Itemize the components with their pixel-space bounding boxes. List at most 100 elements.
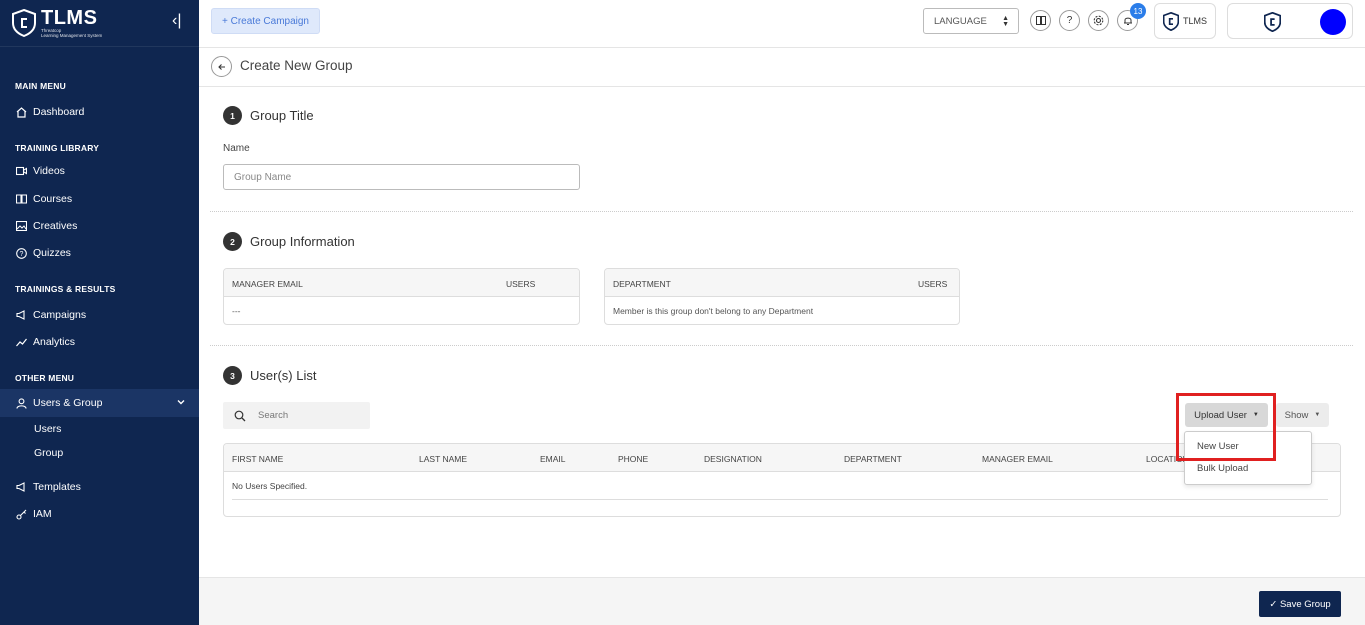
sidebar-label-creatives: Creatives [33,220,78,232]
footer: ✓ Save Group [199,577,1365,625]
sidebar-item-iam[interactable]: IAM [15,508,52,520]
section-trainings-results: TRAININGS & RESULTS [15,284,116,294]
sidebar-label-users-group: Users & Group [33,397,103,409]
sidebar-label-analytics: Analytics [33,336,76,348]
tlms-app-chip[interactable]: TLMS [1154,3,1216,39]
page-header: Create New Group [199,48,1365,87]
group-name-input[interactable] [223,164,580,190]
settings-button[interactable] [1088,10,1109,31]
user-menu[interactable] [1227,3,1353,39]
name-label: Name [223,143,250,154]
home-icon [15,106,27,118]
column-manager-email: MANAGER EMAIL [982,454,1053,464]
department-card-value: Member is this group don't belong to any… [613,306,814,316]
show-button[interactable]: Show ▼ [1276,403,1329,427]
show-label: Show [1284,409,1309,421]
column-first-name: FIRST NAME [232,454,284,464]
avatar[interactable] [1320,9,1346,35]
column-email: EMAIL [540,454,566,464]
create-campaign-button[interactable]: + Create Campaign [211,8,320,34]
chevron-down-icon[interactable] [176,397,186,407]
back-button[interactable] [211,56,232,77]
step-number-3: 3 [223,366,242,385]
sidebar-item-videos[interactable]: Videos [15,165,65,177]
collapse-sidebar-icon[interactable]: ‹| [172,12,181,30]
table-divider [232,499,1328,500]
sidebar-label-courses: Courses [33,193,73,205]
brand-title: TLMS [41,7,98,29]
sidebar-label-videos: Videos [33,165,65,177]
dropdown-item-bulk-upload[interactable]: Bulk Upload [1197,463,1248,474]
book-button[interactable] [1030,10,1051,31]
save-group-button[interactable]: ✓ Save Group [1259,591,1341,617]
sidebar-item-users-group[interactable]: Users & Group [15,397,102,409]
column-designation: DESIGNATION [704,454,762,464]
image-icon [15,220,27,232]
sidebar-item-quizzes[interactable]: ? Quizzes [15,247,71,259]
sidebar-item-courses[interactable]: Courses [15,193,72,205]
key-icon [15,508,27,520]
section-main-menu: MAIN MENU [15,81,66,91]
notification-badge: 13 [1130,3,1146,19]
help-icon: ? [1066,15,1073,26]
column-last-name: LAST NAME [419,454,468,464]
step-title-group-title: Group Title [250,108,314,123]
sidebar-subitem-users[interactable]: Users [34,423,61,435]
svg-text:?: ? [19,251,23,258]
search-input[interactable] [258,410,358,421]
manager-email-card: MANAGER EMAIL USERS --- [223,268,580,325]
topbar: + Create Campaign LANGUAGE ▲ ▼ ? 13 TLMS [199,0,1365,48]
sidebar-item-templates[interactable]: Templates [15,481,81,493]
section-divider [210,345,1353,346]
department-card: DEPARTMENT USERS Member is this group do… [604,268,960,325]
question-circle-icon: ? [15,247,27,259]
step-number-1: 1 [223,106,242,125]
column-phone: PHONE [618,454,649,464]
user-search[interactable] [223,402,370,429]
sidebar: TLMS Threatcop Learning Management Syste… [0,0,199,625]
megaphone-icon [15,309,27,321]
sidebar-label-quizzes: Quizzes [33,247,71,259]
user-icon [15,397,27,409]
column-department: DEPARTMENT [844,454,902,464]
step-title-group-information: Group Information [250,234,355,249]
sidebar-label-dashboard: Dashboard [33,106,85,118]
book-icon [1035,16,1046,25]
brand-subtitle-2: Learning Management System [41,33,103,38]
sidebar-label-campaigns: Campaigns [33,309,87,321]
help-button[interactable]: ? [1059,10,1080,31]
column-manager-email: MANAGER EMAIL [232,279,303,289]
department-card-header: DEPARTMENT USERS [605,269,959,297]
manager-card-header: MANAGER EMAIL USERS [224,269,579,297]
language-select-label: LANGUAGE [934,15,987,27]
sidebar-item-analytics[interactable]: Analytics [15,336,75,348]
trend-line-icon [15,336,27,348]
page-title: Create New Group [240,58,353,73]
table-empty-message: No Users Specified. [232,481,308,491]
sidebar-label-iam: IAM [33,508,52,520]
brand-logo[interactable]: TLMS Threatcop Learning Management Syste… [0,0,199,47]
sidebar-label-templates: Templates [33,481,81,493]
caret-down-icon: ▼ [1314,412,1321,418]
gear-icon [1093,15,1104,26]
shield-logo-icon [12,9,36,37]
shield-logo-icon [1162,11,1179,31]
sidebar-item-creatives[interactable]: Creatives [15,220,77,232]
column-users: USERS [506,279,536,289]
video-icon [15,165,27,177]
users-table: FIRST NAME LAST NAME EMAIL PHONE DESIGNA… [223,443,1341,517]
highlight-box [1176,393,1276,461]
users-table-header: FIRST NAME LAST NAME EMAIL PHONE DESIGNA… [224,444,1340,472]
section-training-library: TRAINING LIBRARY [15,143,100,153]
step-title-users-list: User(s) List [250,368,317,383]
sidebar-subitem-group[interactable]: Group [34,447,63,459]
search-icon [234,410,246,421]
tlms-chip-label: TLMS [1182,16,1207,26]
sidebar-item-dashboard[interactable]: Dashboard [15,106,84,118]
shield-logo-icon [1264,12,1281,32]
megaphone-icon [15,481,27,493]
language-select[interactable]: LANGUAGE ▲ ▼ [923,8,1019,34]
column-users: USERS [918,279,948,289]
section-other-menu: OTHER MENU [15,373,75,383]
sidebar-item-campaigns[interactable]: Campaigns [15,309,86,321]
